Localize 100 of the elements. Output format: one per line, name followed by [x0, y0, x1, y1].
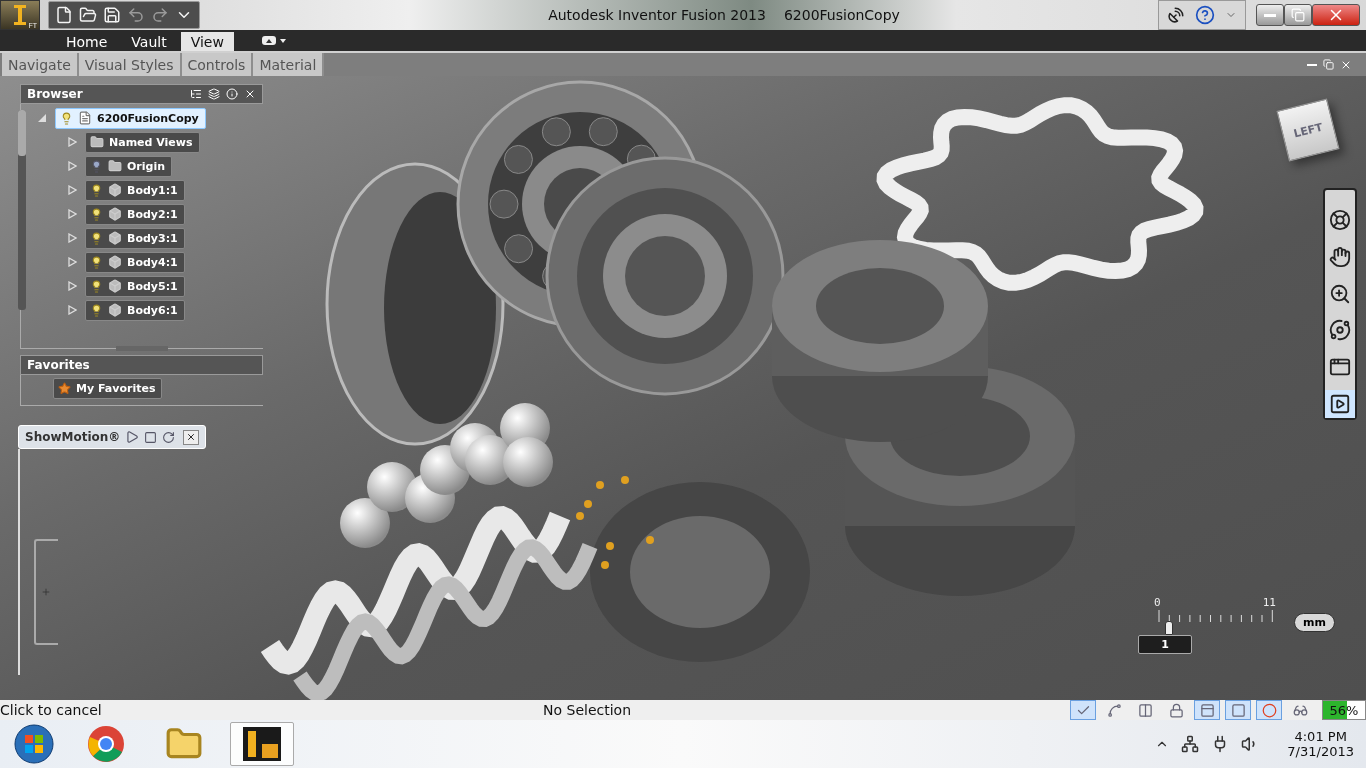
expand-arrow-icon[interactable] [67, 233, 77, 243]
close-button[interactable] [1312, 4, 1360, 26]
expand-arrow-icon[interactable] [67, 257, 77, 267]
lock-icon [1168, 702, 1184, 718]
tree-item[interactable]: Named Views [85, 131, 200, 153]
collapse-arrow-icon[interactable] [37, 113, 47, 123]
restore-icon[interactable] [1323, 59, 1334, 70]
new-icon [55, 6, 73, 24]
play-icon[interactable] [125, 430, 140, 444]
cube-icon [108, 183, 122, 197]
cube-icon [108, 279, 122, 293]
lightbulb-icon[interactable] [90, 279, 103, 293]
clock-time: 4:01 PM [1294, 729, 1347, 744]
tree-item[interactable]: Body5:1 [85, 275, 185, 297]
lightbulb-icon[interactable] [90, 303, 103, 317]
cube-icon [108, 231, 122, 245]
close-button[interactable] [183, 429, 199, 445]
pan-icon [1329, 245, 1351, 268]
play-frames-button[interactable] [1325, 390, 1355, 418]
ribbon-panel-button[interactable]: Navigate [2, 53, 79, 76]
ribbon-tab[interactable]: Home [56, 32, 118, 51]
3d-viewport[interactable]: Browser 6200FusionCopy Named Views Origin Body1:1 Body2:1 Body3:1 Body4:1 Body5:1 Body6:1 Favorites My Favorites ShowMotion® LEFT 0 11 mm 1 [0, 76, 1366, 700]
frame-icon [1199, 702, 1215, 718]
play-frames-icon [1329, 393, 1351, 416]
tree-item[interactable]: Body2:1 [85, 203, 185, 225]
ribbon-tab[interactable]: View [180, 32, 234, 51]
ribbon-toggle-icon[interactable] [261, 34, 286, 48]
scale-min: 0 [1154, 596, 1161, 609]
star-icon [58, 382, 71, 395]
expand-arrow-icon[interactable] [67, 161, 77, 171]
save-button[interactable] [103, 6, 121, 24]
minimize-button[interactable] [1256, 4, 1284, 26]
frame-button[interactable] [1194, 700, 1220, 720]
expand-arrow-icon[interactable] [67, 185, 77, 195]
square-icon [1230, 702, 1246, 718]
info-icon[interactable] [226, 88, 238, 100]
minimize-icon[interactable] [1307, 63, 1317, 66]
steering-wheel-icon [1329, 208, 1351, 231]
save-icon [103, 6, 121, 24]
inventor-logo-icon [11, 3, 29, 27]
windows-logo-icon [14, 724, 54, 764]
taskbar-app-button[interactable] [230, 722, 294, 766]
ribbon-tab[interactable]: Vault [121, 32, 177, 51]
unit-button[interactable]: mm [1294, 612, 1335, 632]
lightbulb-icon[interactable] [90, 159, 103, 173]
scale-max: 11 [1262, 596, 1276, 609]
ribbon-panel-button[interactable]: Controls [181, 53, 254, 76]
folder-icon [90, 135, 104, 149]
scale-ruler[interactable] [1158, 609, 1274, 635]
scale-value: 1 [1138, 635, 1192, 654]
lightbulb-icon[interactable] [90, 255, 103, 269]
help-icon[interactable] [1195, 5, 1215, 25]
favorites-item[interactable]: My Favorites [53, 378, 163, 399]
new-button[interactable] [55, 6, 73, 24]
close-icon[interactable] [244, 88, 256, 100]
network-icon[interactable] [1181, 735, 1200, 753]
ribbon-panel-button[interactable]: Material [253, 53, 325, 76]
view-cube[interactable]: LEFT [1276, 98, 1340, 162]
square-button[interactable] [1225, 700, 1251, 720]
lightbulb-icon[interactable] [90, 231, 103, 245]
undo-icon [127, 6, 145, 24]
columns-icon [1137, 702, 1153, 718]
expand-arrow-icon[interactable] [67, 281, 77, 291]
check-button[interactable] [1070, 700, 1096, 720]
clock-date: 7/31/2013 [1287, 744, 1354, 759]
expand-arrow-icon[interactable] [67, 209, 77, 219]
open-button[interactable] [79, 6, 97, 24]
panel-title: Browser [27, 87, 83, 101]
tree-item[interactable]: Origin [85, 155, 173, 177]
resize-grip[interactable] [116, 346, 168, 351]
expand-arrow-icon[interactable] [67, 305, 77, 315]
lightbulb-icon[interactable] [60, 111, 73, 125]
clock[interactable]: 4:01 PM 7/31/2013 [1287, 729, 1354, 759]
cube-icon [108, 255, 122, 269]
expand-arrow-icon[interactable] [67, 137, 77, 147]
document-title: 6200FusionCopy [783, 7, 900, 23]
satellite-dish-icon[interactable] [1167, 6, 1185, 24]
restore-button[interactable] [1284, 4, 1312, 26]
scale-thumb[interactable] [1165, 621, 1174, 635]
scrollbar[interactable] [18, 110, 26, 310]
lightbulb-icon[interactable] [90, 183, 103, 197]
cube-icon [108, 207, 122, 221]
stop-icon[interactable] [144, 430, 158, 444]
tree-item[interactable]: Body1:1 [85, 179, 185, 201]
list-icon[interactable] [190, 88, 202, 100]
lightbulb-icon[interactable] [90, 207, 103, 221]
status-prompt: Click to cancel [0, 702, 103, 718]
ring-icon [1261, 702, 1277, 718]
open-icon [79, 6, 97, 24]
tree-item[interactable]: Body6:1 [85, 299, 185, 321]
panel-title: Favorites [27, 358, 90, 372]
ring-button[interactable] [1256, 700, 1282, 720]
windows-icon[interactable] [208, 88, 220, 100]
tree-item[interactable]: 6200FusionCopy [55, 107, 206, 129]
document-icon [78, 111, 92, 125]
ribbon-panel-button[interactable]: Visual Styles [78, 53, 182, 76]
selection-status: No Selection [543, 702, 631, 718]
tree-item[interactable]: Body4:1 [85, 251, 185, 273]
tree-item[interactable]: Body3:1 [85, 227, 185, 249]
loop-icon[interactable] [162, 430, 176, 444]
